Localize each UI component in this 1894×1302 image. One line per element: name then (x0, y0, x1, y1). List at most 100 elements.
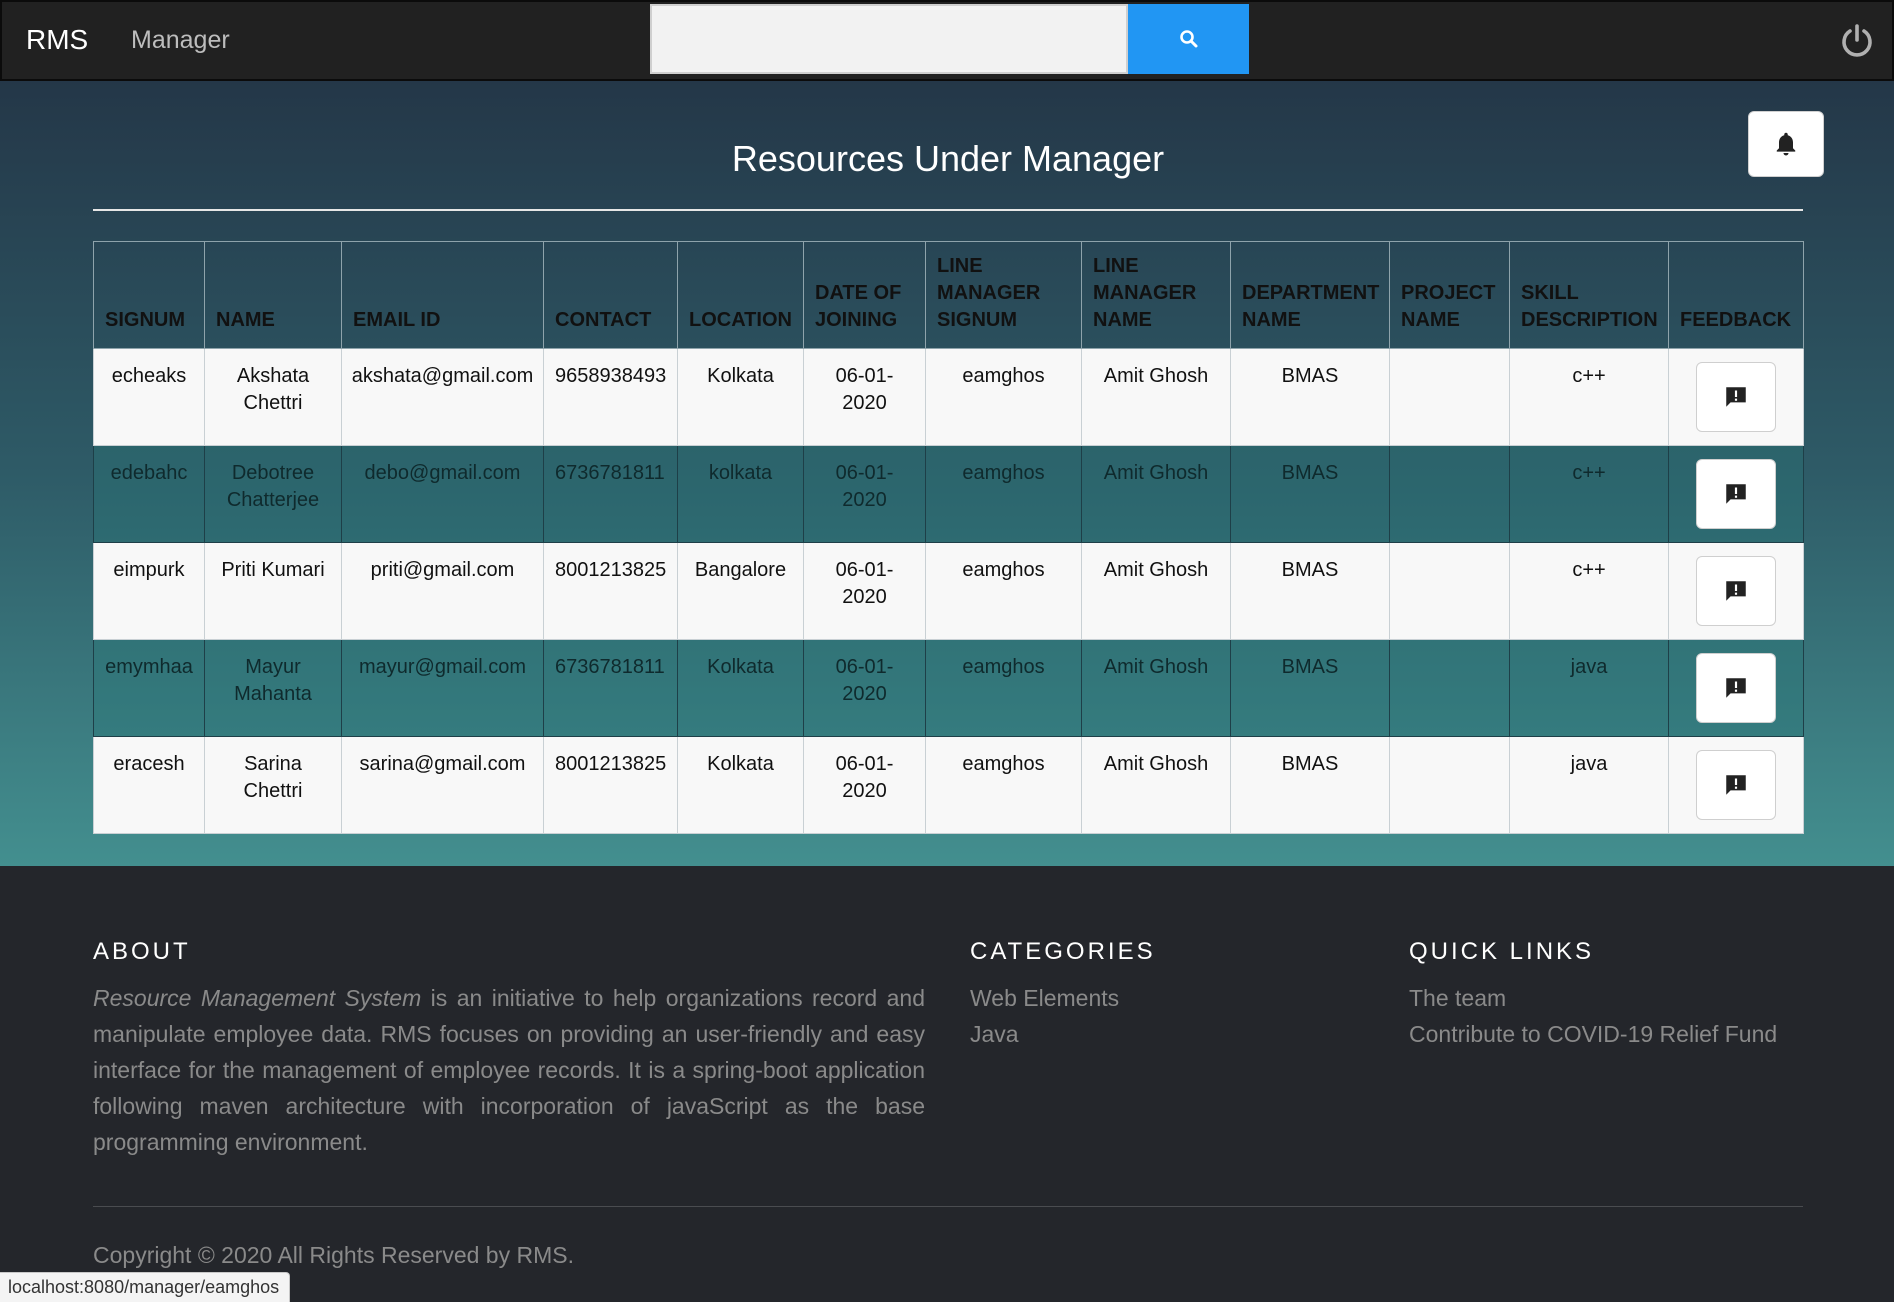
feedback-button[interactable] (1696, 653, 1776, 723)
column-header-line-manager-name[interactable]: LINE MANAGER NAME (1081, 241, 1231, 349)
cell-skill: java (1509, 639, 1669, 737)
feedback-icon (1726, 678, 1746, 698)
cell-name: Priti Kumari (204, 542, 342, 640)
page-title: Resources Under Manager (731, 138, 1165, 179)
cell-date-of-joining: 06-01- 2020 (803, 348, 926, 446)
cell-line-manager-name: Amit Ghosh (1081, 736, 1231, 834)
cell-name: Sarina Chettri (204, 736, 342, 834)
cell-skill: c++ (1509, 445, 1669, 543)
column-header-feedback: FEEDBACK (1668, 241, 1804, 349)
brand-link[interactable]: RMS (26, 24, 88, 56)
cell-feedback (1668, 736, 1804, 834)
cell-line-manager-signum: eamghos (925, 639, 1082, 737)
cell-location: Bangalore (677, 542, 804, 640)
title-divider (93, 209, 1803, 211)
cell-signum: echeaks (93, 348, 205, 446)
cell-line-manager-signum: eamghos (925, 348, 1082, 446)
search-input[interactable] (650, 4, 1128, 74)
cell-line-manager-name: Amit Ghosh (1081, 542, 1231, 640)
table-header-row: SIGNUM NAME EMAIL ID CONTACT LOCATION DA… (93, 241, 1804, 349)
column-header-location[interactable]: LOCATION (677, 241, 804, 349)
power-icon[interactable] (1838, 22, 1876, 60)
cell-department: BMAS (1230, 736, 1390, 834)
quick-link-the-team[interactable]: The team (1409, 980, 1777, 1016)
cell-line-manager-signum: eamghos (925, 736, 1082, 834)
feedback-icon (1726, 581, 1746, 601)
about-system-name: Resource Management System (93, 985, 422, 1011)
column-header-skill-description[interactable]: SKILL DESCRIPTION (1509, 241, 1669, 349)
cell-date-of-joining: 06-01- 2020 (803, 736, 926, 834)
nav-link-manager[interactable]: Manager (131, 26, 230, 55)
footer-divider (93, 1206, 1803, 1207)
cell-date-of-joining: 06-01- 2020 (803, 639, 926, 737)
column-header-contact[interactable]: CONTACT (543, 241, 678, 349)
about-text: Resource Management System is an initiat… (93, 980, 925, 1160)
cell-skill: c++ (1509, 348, 1669, 446)
cell-contact: 6736781811 (543, 445, 678, 543)
cell-department: BMAS (1230, 542, 1390, 640)
table-row: echeaks Akshata Chettri akshata@gmail.com… (93, 348, 1804, 446)
cell-date-of-joining: 06-01- 2020 (803, 542, 926, 640)
cell-name: Akshata Chettri (204, 348, 342, 446)
cell-name: Debotree Chatterjee (204, 445, 342, 543)
cell-feedback (1668, 348, 1804, 446)
quick-link-covid-relief[interactable]: Contribute to COVID-19 Relief Fund (1409, 1016, 1777, 1052)
cell-contact: 6736781811 (543, 639, 678, 737)
search-button[interactable] (1128, 4, 1249, 74)
feedback-icon (1726, 484, 1746, 504)
cell-feedback (1668, 542, 1804, 640)
navbar: RMS Manager (0, 0, 1894, 81)
feedback-button[interactable] (1696, 362, 1776, 432)
table-row: emymhaa Mayur Mahanta mayur@gmail.com 673… (93, 639, 1804, 737)
search-icon (1179, 30, 1197, 48)
column-header-project-name[interactable]: PROJECT NAME (1389, 241, 1510, 349)
footer: ABOUT Resource Management System is an i… (0, 866, 1894, 1302)
table-row: eracesh Sarina Chettri sarina@gmail.com 8… (93, 736, 1804, 834)
column-header-signum[interactable]: SIGNUM (93, 241, 205, 349)
cell-line-manager-signum: eamghos (925, 542, 1082, 640)
cell-feedback (1668, 445, 1804, 543)
cell-signum: emymhaa (93, 639, 205, 737)
cell-location: Kolkata (677, 639, 804, 737)
cell-project (1389, 736, 1510, 834)
cell-project (1389, 445, 1510, 543)
cell-department: BMAS (1230, 639, 1390, 737)
cell-contact: 9658938493 (543, 348, 678, 446)
cell-signum: edebahc (93, 445, 205, 543)
cell-skill: c++ (1509, 542, 1669, 640)
table-row: edebahc Debotree Chatterjee debo@gmail.co… (93, 445, 1804, 543)
category-link-web-elements[interactable]: Web Elements (970, 980, 1119, 1016)
cell-line-manager-name: Amit Ghosh (1081, 445, 1231, 543)
categories-list: Web Elements Java (970, 980, 1119, 1052)
feedback-icon (1726, 775, 1746, 795)
about-heading: ABOUT (93, 938, 191, 965)
feedback-button[interactable] (1696, 459, 1776, 529)
cell-email: sarina@gmail.com (341, 736, 544, 834)
column-header-email[interactable]: EMAIL ID (341, 241, 544, 349)
cell-contact: 8001213825 (543, 736, 678, 834)
cell-email: priti@gmail.com (341, 542, 544, 640)
column-header-date-of-joining[interactable]: DATE OF JOINING (803, 241, 926, 349)
categories-heading: CATEGORIES (970, 938, 1156, 965)
copyright-text: Copyright © 2020 All Rights Reserved by … (93, 1242, 574, 1268)
column-header-name[interactable]: NAME (204, 241, 342, 349)
cell-project (1389, 639, 1510, 737)
quick-links-heading: QUICK LINKS (1409, 938, 1595, 965)
cell-department: BMAS (1230, 445, 1390, 543)
quick-links-list: The team Contribute to COVID-19 Relief F… (1409, 980, 1777, 1052)
cell-date-of-joining: 06-01- 2020 (803, 445, 926, 543)
table-row: eimpurk Priti Kumari priti@gmail.com 800… (93, 542, 1804, 640)
category-link-java[interactable]: Java (970, 1016, 1119, 1052)
cell-signum: eracesh (93, 736, 205, 834)
cell-name: Mayur Mahanta (204, 639, 342, 737)
cell-email: debo@gmail.com (341, 445, 544, 543)
column-header-department-name[interactable]: DEPARTMENT NAME (1230, 241, 1390, 349)
column-header-line-manager-signum[interactable]: LINE MANAGER SIGNUM (925, 241, 1082, 349)
cell-line-manager-name: Amit Ghosh (1081, 348, 1231, 446)
cell-feedback (1668, 639, 1804, 737)
feedback-button[interactable] (1696, 556, 1776, 626)
feedback-button[interactable] (1696, 750, 1776, 820)
cell-location: Kolkata (677, 348, 804, 446)
cell-email: akshata@gmail.com (341, 348, 544, 446)
cell-line-manager-signum: eamghos (925, 445, 1082, 543)
